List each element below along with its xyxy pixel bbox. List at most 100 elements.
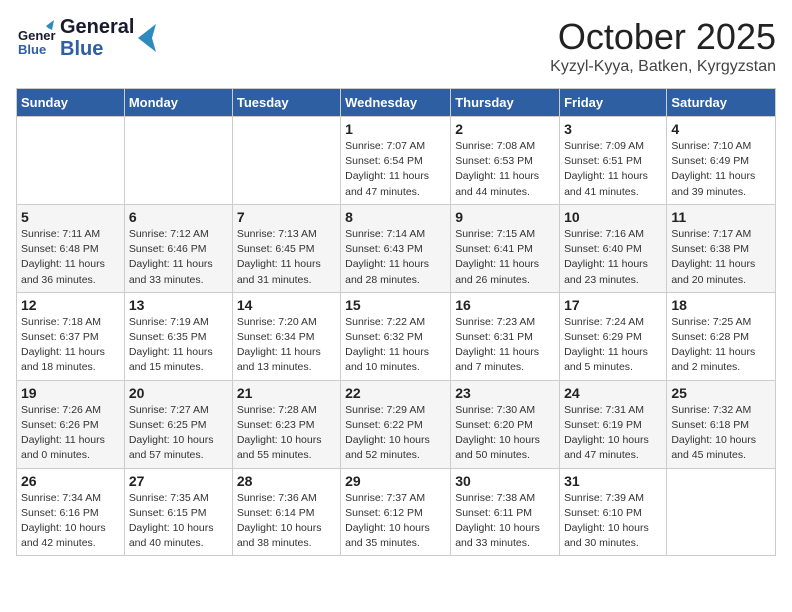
day-info: Sunrise: 7:34 AM Sunset: 6:16 PM Dayligh… xyxy=(21,491,120,552)
logo-blue: Blue xyxy=(60,38,134,60)
day-number: 19 xyxy=(21,385,120,401)
calendar-cell: 4 Sunrise: 7:10 AM Sunset: 6:49 PM Daylig… xyxy=(667,117,776,205)
day-info: Sunrise: 7:25 AM Sunset: 6:28 PM Dayligh… xyxy=(671,315,771,376)
day-number: 17 xyxy=(564,297,662,313)
calendar-cell: 18 Sunrise: 7:25 AM Sunset: 6:28 PM Dayli… xyxy=(667,292,776,380)
calendar-cell: 3Sunrise: 7:09 AM Sunset: 6:51 PM Daylig… xyxy=(560,117,667,205)
calendar-cell: 7 Sunrise: 7:13 AM Sunset: 6:45 PM Daylig… xyxy=(232,204,340,292)
day-number: 11 xyxy=(671,209,771,225)
day-info: Sunrise: 7:27 AM Sunset: 6:25 PM Dayligh… xyxy=(129,403,228,464)
day-info: Sunrise: 7:08 AM Sunset: 6:53 PM Dayligh… xyxy=(455,139,555,200)
calendar-cell xyxy=(17,117,125,205)
day-number: 18 xyxy=(671,297,771,313)
day-number: 29 xyxy=(345,473,446,489)
day-info: Sunrise: 7:31 AM Sunset: 6:19 PM Dayligh… xyxy=(564,403,662,464)
calendar-cell: 15Sunrise: 7:22 AM Sunset: 6:32 PM Dayli… xyxy=(341,292,451,380)
calendar-cell: 25 Sunrise: 7:32 AM Sunset: 6:18 PM Dayli… xyxy=(667,380,776,468)
logo-general: General xyxy=(60,16,134,38)
weekday-header-friday: Friday xyxy=(560,89,667,117)
calendar-week-row: 12Sunrise: 7:18 AM Sunset: 6:37 PM Dayli… xyxy=(17,292,776,380)
calendar-cell: 6 Sunrise: 7:12 AM Sunset: 6:46 PM Daylig… xyxy=(124,204,232,292)
calendar-cell: 27Sunrise: 7:35 AM Sunset: 6:15 PM Dayli… xyxy=(124,468,232,556)
calendar-cell: 19 Sunrise: 7:26 AM Sunset: 6:26 PM Dayli… xyxy=(17,380,125,468)
day-number: 2 xyxy=(455,121,555,137)
day-number: 28 xyxy=(237,473,336,489)
day-number: 8 xyxy=(345,209,446,225)
calendar-cell xyxy=(667,468,776,556)
day-info: Sunrise: 7:36 AM Sunset: 6:14 PM Dayligh… xyxy=(237,491,336,552)
weekday-header-sunday: Sunday xyxy=(17,89,125,117)
day-number: 22 xyxy=(345,385,446,401)
calendar-cell: 16Sunrise: 7:23 AM Sunset: 6:31 PM Dayli… xyxy=(451,292,560,380)
day-number: 26 xyxy=(21,473,120,489)
weekday-header-monday: Monday xyxy=(124,89,232,117)
day-info: Sunrise: 7:13 AM Sunset: 6:45 PM Dayligh… xyxy=(237,227,336,288)
calendar-cell: 11 Sunrise: 7:17 AM Sunset: 6:38 PM Dayli… xyxy=(667,204,776,292)
day-info: Sunrise: 7:32 AM Sunset: 6:18 PM Dayligh… xyxy=(671,403,771,464)
calendar-cell: 21 Sunrise: 7:28 AM Sunset: 6:23 PM Dayli… xyxy=(232,380,340,468)
calendar-cell: 23Sunrise: 7:30 AM Sunset: 6:20 PM Dayli… xyxy=(451,380,560,468)
day-info: Sunrise: 7:07 AM Sunset: 6:54 PM Dayligh… xyxy=(345,139,446,200)
day-info: Sunrise: 7:16 AM Sunset: 6:40 PM Dayligh… xyxy=(564,227,662,288)
day-info: Sunrise: 7:17 AM Sunset: 6:38 PM Dayligh… xyxy=(671,227,771,288)
day-info: Sunrise: 7:35 AM Sunset: 6:15 PM Dayligh… xyxy=(129,491,228,552)
calendar-week-row: 1Sunrise: 7:07 AM Sunset: 6:54 PM Daylig… xyxy=(17,117,776,205)
day-number: 25 xyxy=(671,385,771,401)
calendar-week-row: 26 Sunrise: 7:34 AM Sunset: 6:16 PM Dayli… xyxy=(17,468,776,556)
day-number: 23 xyxy=(455,385,555,401)
day-number: 10 xyxy=(564,209,662,225)
svg-text:General: General xyxy=(18,28,56,43)
calendar-cell: 8Sunrise: 7:14 AM Sunset: 6:43 PM Daylig… xyxy=(341,204,451,292)
logo-text: General Blue xyxy=(60,16,134,60)
svg-text:Blue: Blue xyxy=(18,42,46,57)
day-info: Sunrise: 7:12 AM Sunset: 6:46 PM Dayligh… xyxy=(129,227,228,288)
calendar-cell: 14Sunrise: 7:20 AM Sunset: 6:34 PM Dayli… xyxy=(232,292,340,380)
day-info: Sunrise: 7:37 AM Sunset: 6:12 PM Dayligh… xyxy=(345,491,446,552)
day-number: 3 xyxy=(564,121,662,137)
calendar-cell: 9 Sunrise: 7:15 AM Sunset: 6:41 PM Daylig… xyxy=(451,204,560,292)
day-number: 9 xyxy=(455,209,555,225)
day-info: Sunrise: 7:19 AM Sunset: 6:35 PM Dayligh… xyxy=(129,315,228,376)
month-title: October 2025 xyxy=(550,16,776,58)
day-info: Sunrise: 7:22 AM Sunset: 6:32 PM Dayligh… xyxy=(345,315,446,376)
day-number: 4 xyxy=(671,121,771,137)
location-text: Kyzyl-Kyya, Batken, Kyrgyzstan xyxy=(550,58,776,76)
weekday-header-thursday: Thursday xyxy=(451,89,560,117)
calendar-week-row: 5Sunrise: 7:11 AM Sunset: 6:48 PM Daylig… xyxy=(17,204,776,292)
day-number: 6 xyxy=(129,209,228,225)
day-info: Sunrise: 7:28 AM Sunset: 6:23 PM Dayligh… xyxy=(237,403,336,464)
day-number: 5 xyxy=(21,209,120,225)
logo: General Blue General Blue xyxy=(16,16,156,60)
calendar-cell: 20 Sunrise: 7:27 AM Sunset: 6:25 PM Dayli… xyxy=(124,380,232,468)
day-number: 20 xyxy=(129,385,228,401)
day-info: Sunrise: 7:29 AM Sunset: 6:22 PM Dayligh… xyxy=(345,403,446,464)
day-info: Sunrise: 7:39 AM Sunset: 6:10 PM Dayligh… xyxy=(564,491,662,552)
weekday-header-saturday: Saturday xyxy=(667,89,776,117)
day-info: Sunrise: 7:10 AM Sunset: 6:49 PM Dayligh… xyxy=(671,139,771,200)
day-info: Sunrise: 7:26 AM Sunset: 6:26 PM Dayligh… xyxy=(21,403,120,464)
page-header: General Blue General Blue October 2025 K… xyxy=(16,16,776,76)
calendar-cell: 12Sunrise: 7:18 AM Sunset: 6:37 PM Dayli… xyxy=(17,292,125,380)
calendar-cell: 31Sunrise: 7:39 AM Sunset: 6:10 PM Dayli… xyxy=(560,468,667,556)
calendar-cell: 17 Sunrise: 7:24 AM Sunset: 6:29 PM Dayli… xyxy=(560,292,667,380)
day-number: 16 xyxy=(455,297,555,313)
day-number: 30 xyxy=(455,473,555,489)
day-info: Sunrise: 7:38 AM Sunset: 6:11 PM Dayligh… xyxy=(455,491,555,552)
calendar-cell xyxy=(124,117,232,205)
calendar-cell xyxy=(232,117,340,205)
calendar-cell: 5Sunrise: 7:11 AM Sunset: 6:48 PM Daylig… xyxy=(17,204,125,292)
day-number: 7 xyxy=(237,209,336,225)
day-info: Sunrise: 7:24 AM Sunset: 6:29 PM Dayligh… xyxy=(564,315,662,376)
calendar-cell: 30 Sunrise: 7:38 AM Sunset: 6:11 PM Dayli… xyxy=(451,468,560,556)
logo-icon: General Blue xyxy=(16,18,56,58)
calendar-cell: 22 Sunrise: 7:29 AM Sunset: 6:22 PM Dayli… xyxy=(341,380,451,468)
calendar-table: SundayMondayTuesdayWednesdayThursdayFrid… xyxy=(16,88,776,556)
calendar-week-row: 19 Sunrise: 7:26 AM Sunset: 6:26 PM Dayli… xyxy=(17,380,776,468)
day-number: 13 xyxy=(129,297,228,313)
calendar-cell: 28 Sunrise: 7:36 AM Sunset: 6:14 PM Dayli… xyxy=(232,468,340,556)
day-info: Sunrise: 7:15 AM Sunset: 6:41 PM Dayligh… xyxy=(455,227,555,288)
day-number: 21 xyxy=(237,385,336,401)
calendar-cell: 1Sunrise: 7:07 AM Sunset: 6:54 PM Daylig… xyxy=(341,117,451,205)
title-section: October 2025 Kyzyl-Kyya, Batken, Kyrgyzs… xyxy=(550,16,776,76)
calendar-cell: 24Sunrise: 7:31 AM Sunset: 6:19 PM Dayli… xyxy=(560,380,667,468)
